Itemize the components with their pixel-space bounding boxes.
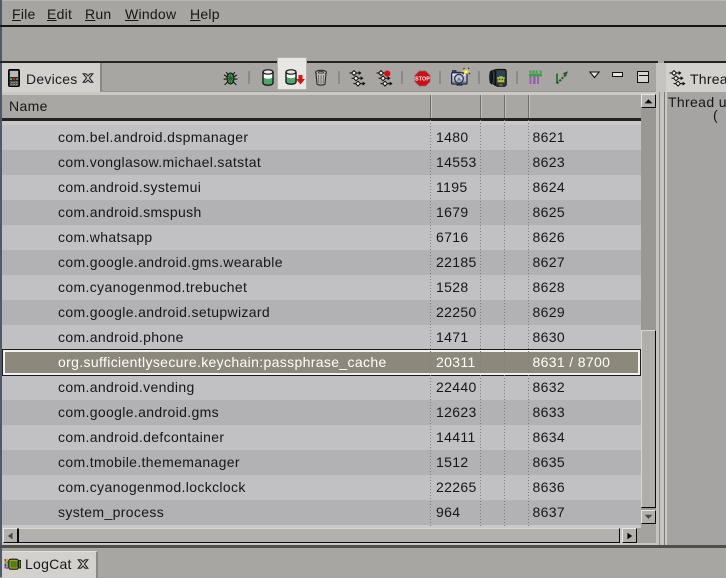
svg-text:STOP: STOP (415, 76, 430, 82)
